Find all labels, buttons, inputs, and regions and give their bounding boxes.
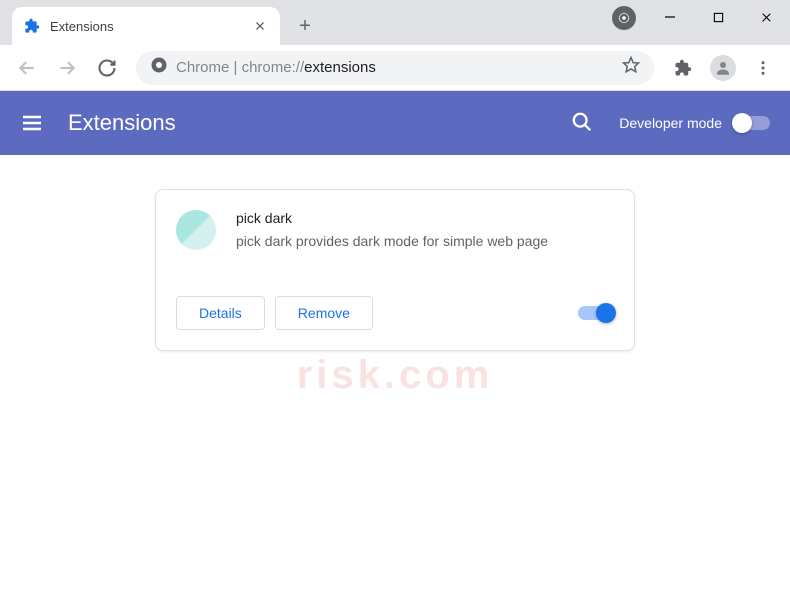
maximize-button[interactable]: [694, 0, 742, 34]
window-controls: [612, 0, 790, 45]
remove-button[interactable]: Remove: [275, 296, 373, 330]
content-area: pick dark pick dark provides dark mode f…: [0, 155, 790, 385]
page-header: Extensions Developer mode: [0, 91, 790, 155]
developer-mode-toggle[interactable]: [734, 116, 770, 130]
chrome-icon: [150, 56, 168, 79]
profile-button[interactable]: [706, 51, 740, 85]
forward-button[interactable]: [50, 51, 84, 85]
new-tab-button[interactable]: +: [290, 11, 320, 41]
search-icon[interactable]: [571, 111, 595, 135]
developer-mode-label: Developer mode: [619, 115, 722, 131]
extension-enable-toggle[interactable]: [578, 306, 614, 320]
address-bar[interactable]: Chrome | chrome://extensions: [136, 51, 654, 85]
extension-name: pick dark: [236, 210, 614, 226]
tab-title: Extensions: [50, 19, 242, 34]
url-text: Chrome | chrome://extensions: [176, 59, 376, 76]
close-window-button[interactable]: [742, 0, 790, 34]
page-title: Extensions: [68, 110, 571, 136]
extension-description: pick dark provides dark mode for simple …: [236, 232, 614, 252]
minimize-button[interactable]: [646, 0, 694, 34]
extension-card: pick dark pick dark provides dark mode f…: [155, 189, 635, 351]
incognito-icon[interactable]: [612, 6, 636, 30]
extensions-button[interactable]: [666, 51, 700, 85]
browser-tab[interactable]: Extensions: [12, 7, 280, 45]
avatar-icon: [710, 55, 736, 81]
reload-button[interactable]: [90, 51, 124, 85]
toolbar: Chrome | chrome://extensions: [0, 45, 790, 91]
hamburger-icon[interactable]: [20, 111, 44, 135]
extension-app-icon: [176, 210, 216, 250]
back-button[interactable]: [10, 51, 44, 85]
menu-button[interactable]: [746, 51, 780, 85]
close-tab-icon[interactable]: [252, 18, 268, 34]
details-button[interactable]: Details: [176, 296, 265, 330]
titlebar: Extensions +: [0, 0, 790, 45]
extension-icon: [24, 18, 40, 34]
bookmark-icon[interactable]: [622, 56, 640, 79]
